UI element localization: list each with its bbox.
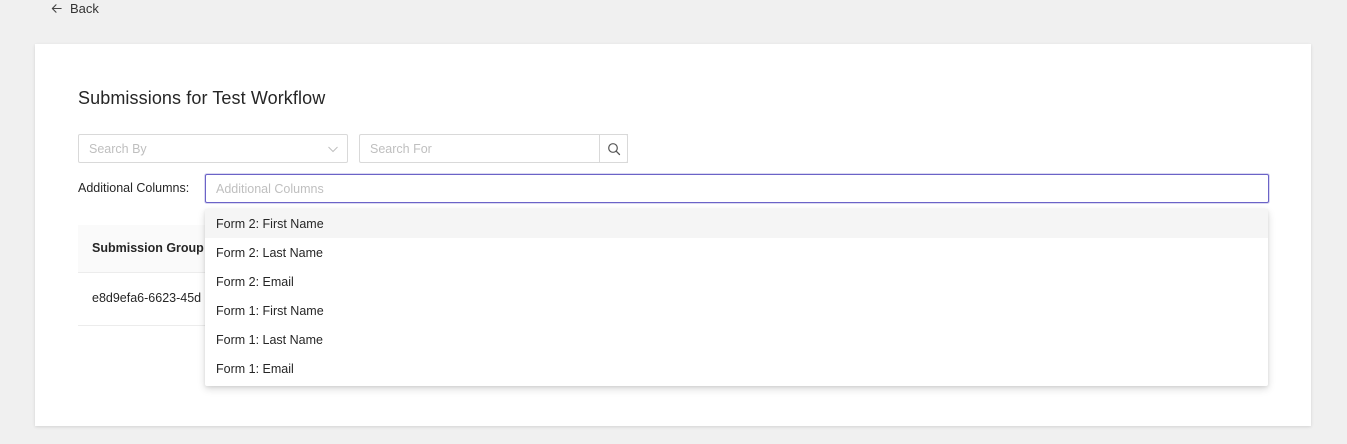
chevron-down-icon	[328, 146, 338, 153]
search-icon	[607, 142, 620, 155]
option-form1-last-name[interactable]: Form 1: Last Name	[205, 325, 1268, 354]
back-link[interactable]: Back	[50, 0, 99, 16]
arrow-left-icon	[51, 3, 62, 13]
page-title: Submissions for Test Workflow	[78, 88, 326, 108]
additional-columns-placeholder: Additional Columns	[216, 181, 324, 196]
option-form2-email[interactable]: Form 2: Email	[205, 267, 1268, 296]
option-form2-first-name[interactable]: Form 2: First Name	[205, 209, 1268, 238]
search-by-select[interactable]: Search By	[78, 134, 348, 163]
additional-columns-dropdown: Form 2: First Name Form 2: Last Name For…	[205, 209, 1268, 386]
search-for-placeholder: Search For	[370, 141, 432, 156]
search-by-placeholder: Search By	[89, 141, 147, 156]
search-button[interactable]	[599, 134, 628, 163]
search-for-input[interactable]: Search For	[359, 134, 628, 163]
additional-columns-select[interactable]: Additional Columns	[205, 174, 1269, 203]
back-label: Back	[70, 0, 99, 16]
option-form2-last-name[interactable]: Form 2: Last Name	[205, 238, 1268, 267]
cell-submission-group: e8d9efa6-6623-45d	[92, 291, 202, 305]
option-form1-first-name[interactable]: Form 1: First Name	[205, 296, 1268, 325]
column-header-submission-group[interactable]: Submission Group	[92, 241, 204, 255]
additional-columns-label: Additional Columns:	[78, 181, 190, 195]
option-form1-email[interactable]: Form 1: Email	[205, 354, 1268, 383]
